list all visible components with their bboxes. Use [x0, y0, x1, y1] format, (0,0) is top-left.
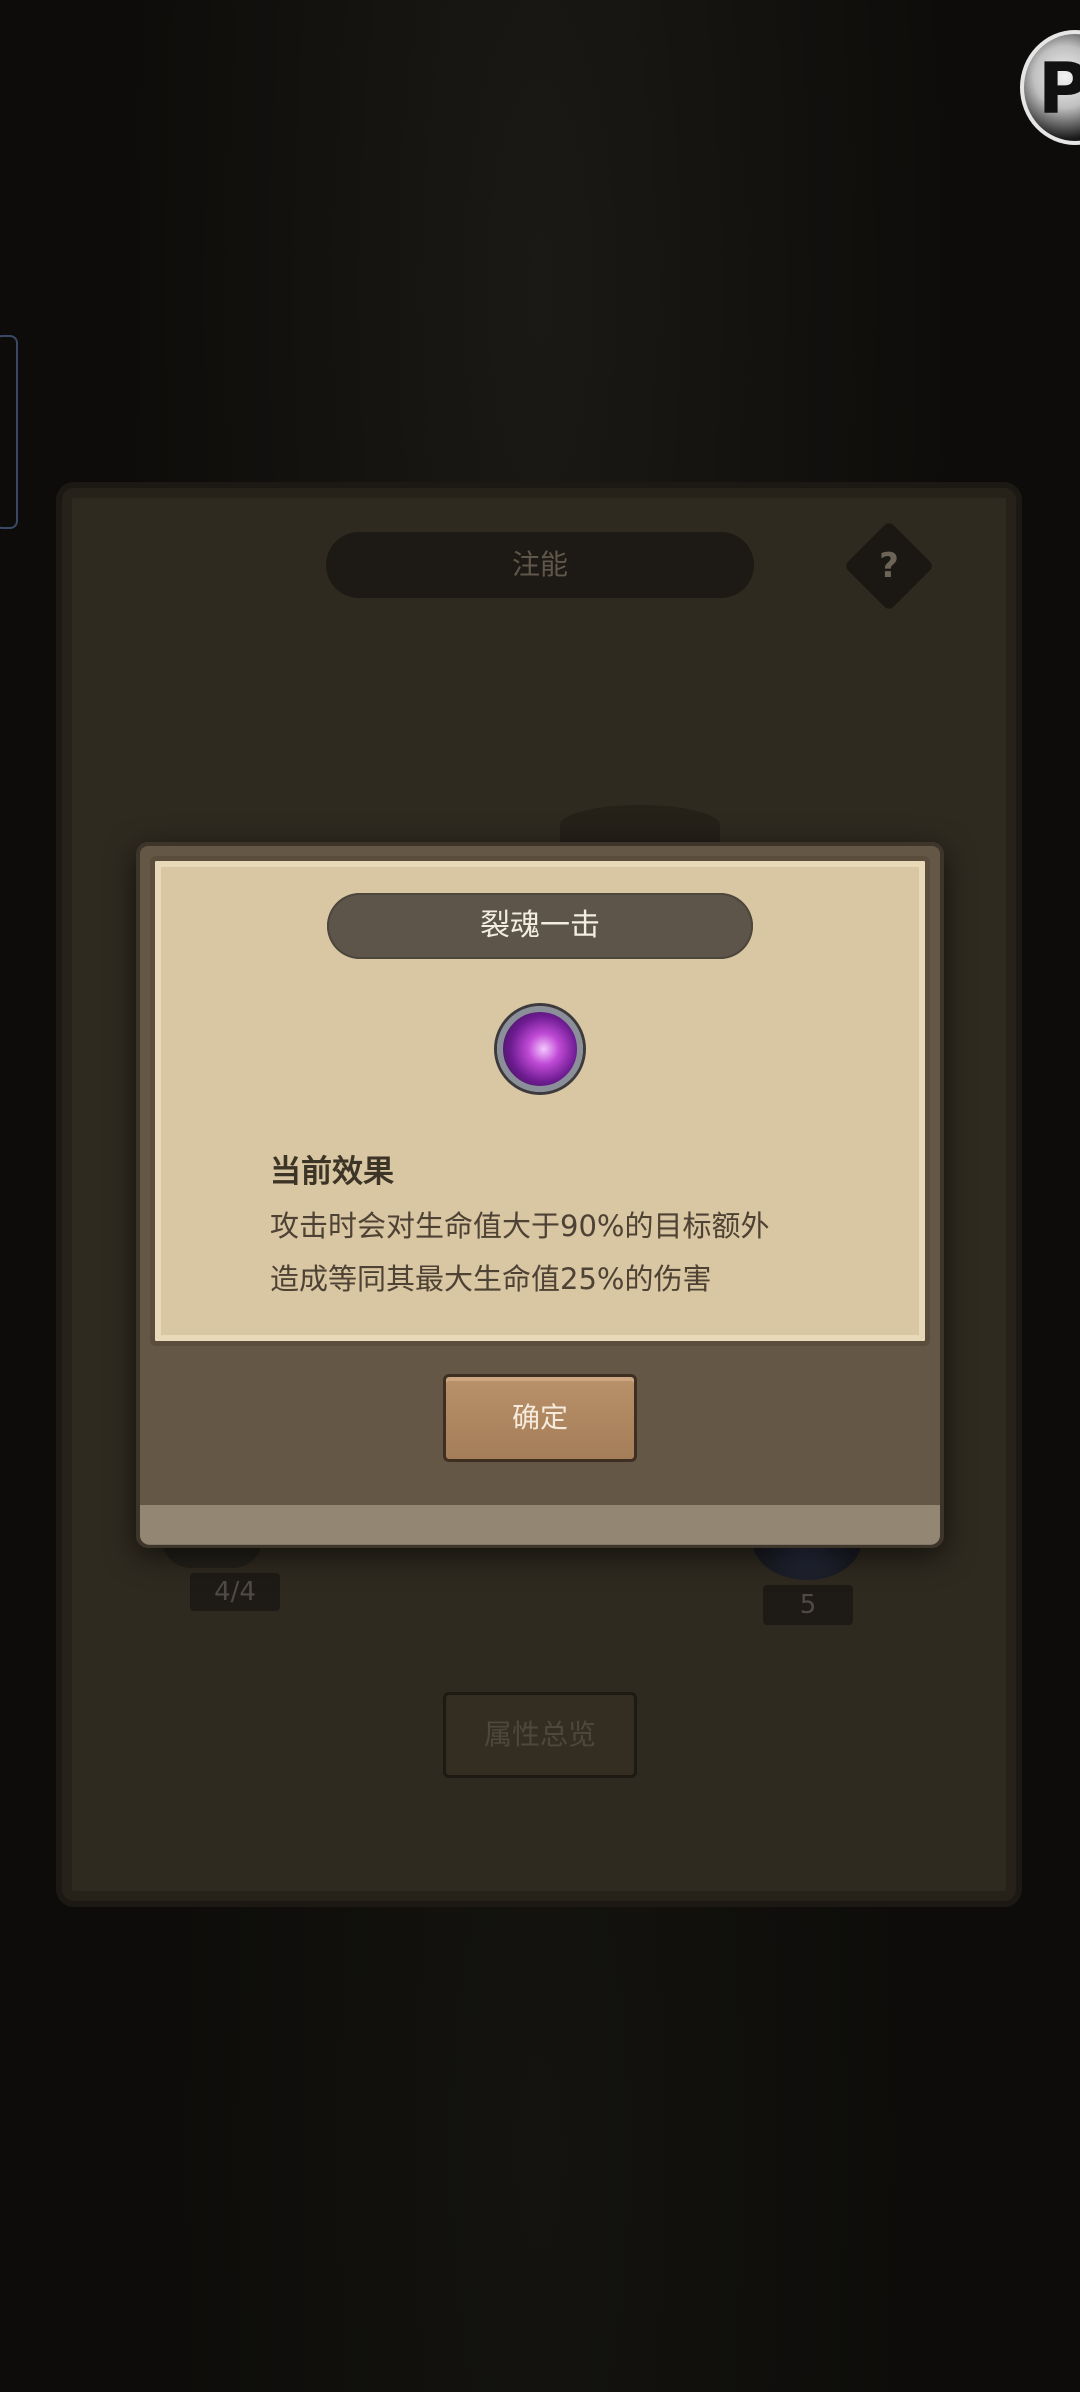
- skill-name: 裂魂一击: [480, 908, 600, 943]
- left-item-count: 4/4: [214, 1577, 256, 1607]
- panel-emblem-slot: [560, 805, 720, 845]
- attribute-overview-label: 属性总览: [483, 1718, 596, 1751]
- effect-heading: 当前效果: [270, 1154, 394, 1190]
- side-edge-tab[interactable]: [0, 335, 18, 529]
- effect-description-line-1: 攻击时会对生命值大于90%的目标额外: [270, 1209, 770, 1243]
- help-question-mark: ?: [879, 546, 899, 586]
- right-item-count: 5: [799, 1590, 817, 1620]
- confirm-button-label: 确定: [511, 1401, 568, 1434]
- effect-description-line-2: 造成等同其最大生命值25%的伤害: [270, 1262, 712, 1296]
- purple-flame-orb-icon: [497, 1006, 583, 1092]
- popup-bottom-edge: [140, 1505, 940, 1545]
- panel-title: 注能: [511, 548, 568, 581]
